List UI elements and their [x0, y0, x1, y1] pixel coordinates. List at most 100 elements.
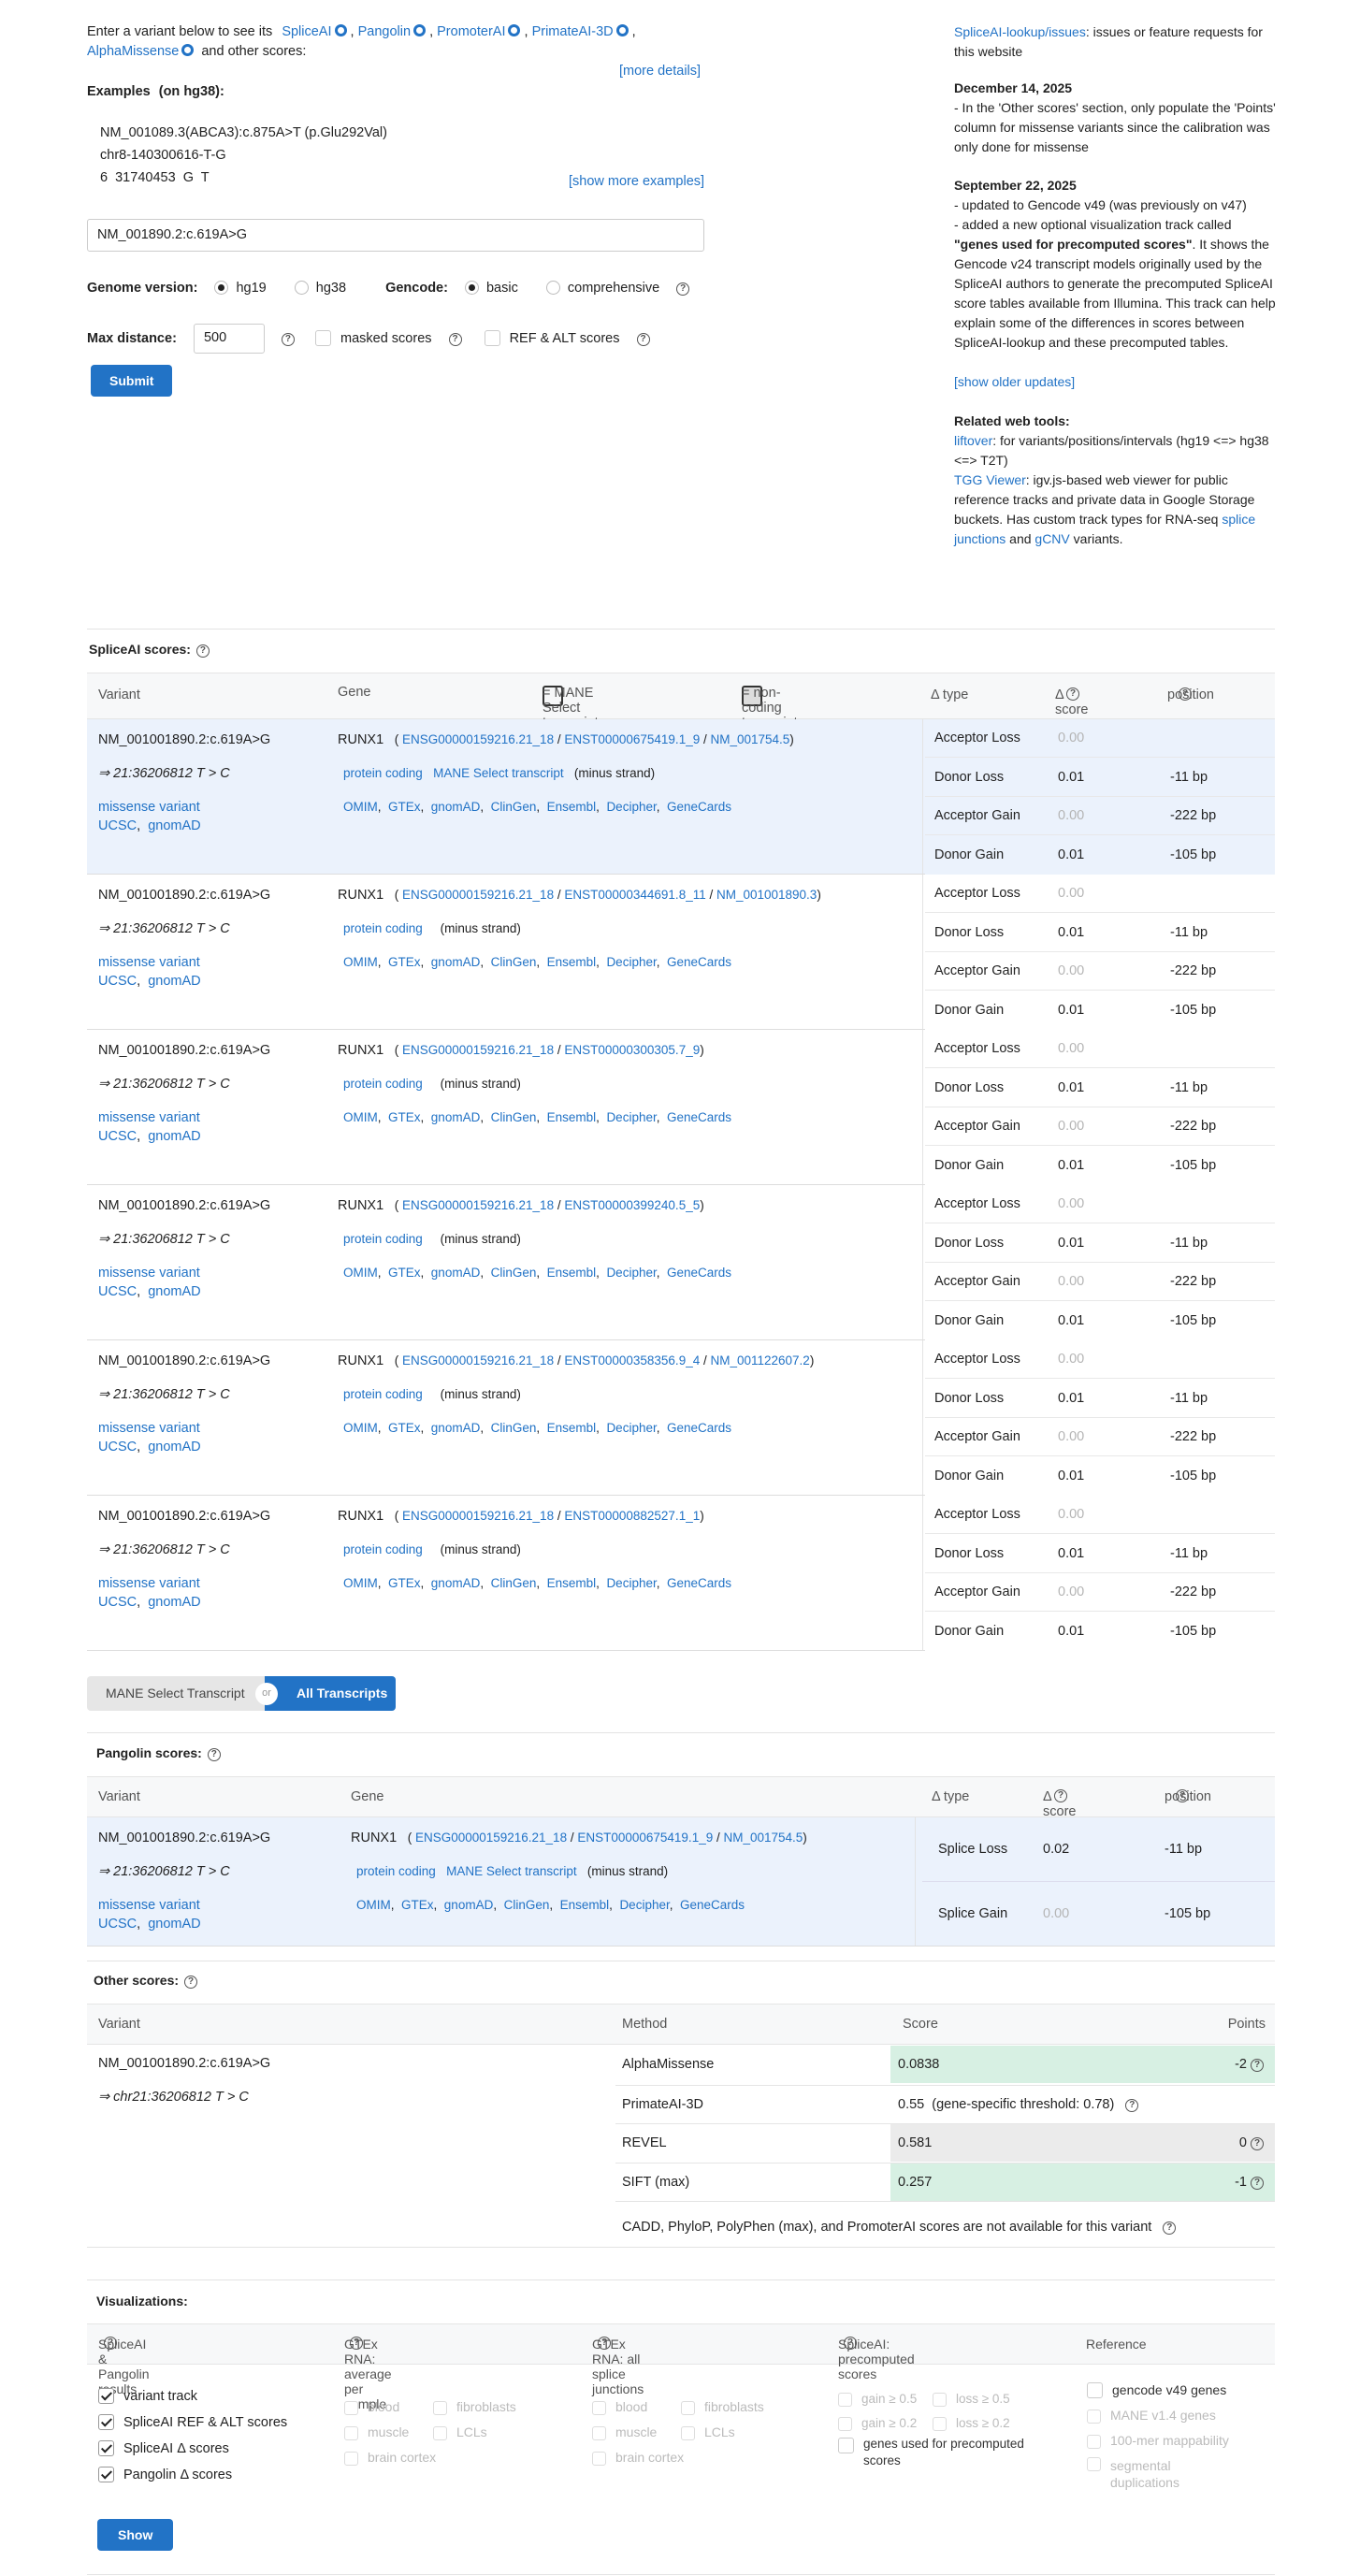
external-link-gtex[interactable]: GTEx [388, 1110, 421, 1124]
gene-id-link[interactable]: ENSG00000159216.21_18 [415, 1831, 567, 1845]
external-link-gtex[interactable]: GTEx [388, 800, 421, 814]
transcript-id-link[interactable]: ENST00000300305.7_9 [564, 1043, 700, 1057]
liftover-link[interactable]: liftover [954, 433, 992, 448]
ucsc-link[interactable]: UCSC [98, 1440, 137, 1454]
external-link-clingen[interactable]: ClinGen [491, 800, 537, 814]
gcnv-link[interactable]: gCNV [1034, 531, 1069, 546]
gnomad-variant-link[interactable]: gnomAD [148, 1595, 200, 1610]
external-link-clingen[interactable]: ClinGen [491, 1266, 537, 1280]
external-link-gnomad[interactable]: gnomAD [431, 1110, 481, 1124]
lcls-checkbox[interactable] [433, 2426, 447, 2440]
gencode-genes-checkbox[interactable] [1087, 2382, 1103, 2398]
help-icon[interactable]: ? [636, 332, 650, 346]
more-details-link[interactable]: [more details] [619, 64, 701, 79]
external-link-genecards[interactable]: GeneCards [667, 1110, 731, 1124]
consequence-link[interactable]: missense variant [98, 955, 200, 970]
pangolin-link[interactable]: Pangolin [358, 24, 411, 39]
external-link-gtex[interactable]: GTEx [388, 1266, 421, 1280]
external-link-clingen[interactable]: ClinGen [491, 1421, 537, 1435]
promoterai-link[interactable]: PromoterAI [437, 24, 505, 39]
transcript-id-link[interactable]: ENST00000675419.1_9 [564, 732, 700, 746]
comprehensive-radio[interactable] [545, 281, 560, 295]
external-link-genecards[interactable]: GeneCards [667, 1421, 731, 1435]
spliceai-delta-checkbox[interactable] [98, 2440, 114, 2456]
consequence-link[interactable]: missense variant [98, 1576, 200, 1591]
fibroblasts-checkbox[interactable] [681, 2401, 695, 2415]
external-link-clingen[interactable]: ClinGen [491, 955, 537, 969]
mane-select-toggle-button[interactable]: MANE Select Transcript [87, 1676, 274, 1711]
external-link-genecards[interactable]: GeneCards [667, 1266, 731, 1280]
external-link-genecards[interactable]: GeneCards [667, 800, 731, 814]
help-icon[interactable]: ? [1251, 2059, 1264, 2072]
refseq-id-link[interactable]: NM_001754.5 [710, 732, 789, 746]
external-link-genecards[interactable]: GeneCards [680, 1898, 745, 1912]
submit-button[interactable]: Submit [91, 365, 173, 397]
transcript-id-link[interactable]: ENST00000399240.5_5 [564, 1198, 700, 1212]
gnomad-variant-link[interactable]: gnomAD [148, 818, 200, 833]
github-icon[interactable] [334, 24, 347, 36]
external-link-decipher[interactable]: Decipher [606, 1576, 656, 1590]
external-link-gnomad[interactable]: gnomAD [444, 1898, 494, 1912]
gene-id-link[interactable]: ENSG00000159216.21_18 [402, 1043, 554, 1057]
external-link-ensembl[interactable]: Ensembl [547, 1110, 597, 1124]
github-icon[interactable] [181, 44, 195, 56]
gene-id-link[interactable]: ENSG00000159216.21_18 [402, 1353, 554, 1368]
consequence-link[interactable]: missense variant [98, 1421, 200, 1436]
consequence-link[interactable]: missense variant [98, 1266, 200, 1281]
help-icon[interactable]: ? [448, 332, 462, 346]
external-link-gnomad[interactable]: gnomAD [431, 1421, 481, 1435]
external-link-ensembl[interactable]: Ensembl [547, 1576, 597, 1590]
ucsc-link[interactable]: UCSC [98, 1129, 137, 1144]
show-button[interactable]: Show [97, 2519, 174, 2551]
external-link-decipher[interactable]: Decipher [606, 800, 656, 814]
external-link-omim[interactable]: OMIM [343, 1576, 378, 1590]
transcript-id-link[interactable]: ENST00000675419.1_9 [577, 1831, 713, 1845]
primateai-link[interactable]: PrimateAI-3D [532, 24, 614, 39]
external-link-clingen[interactable]: ClinGen [491, 1576, 537, 1590]
consequence-link[interactable]: missense variant [98, 1898, 200, 1913]
gnomad-variant-link[interactable]: gnomAD [148, 974, 200, 989]
external-link-gtex[interactable]: GTEx [388, 1421, 421, 1435]
external-link-genecards[interactable]: GeneCards [667, 955, 731, 969]
external-link-omim[interactable]: OMIM [343, 800, 378, 814]
ucsc-link[interactable]: UCSC [98, 1284, 137, 1299]
external-link-gnomad[interactable]: gnomAD [431, 955, 481, 969]
refseq-id-link[interactable]: NM_001754.5 [723, 1831, 803, 1845]
ucsc-link[interactable]: UCSC [98, 818, 137, 833]
github-icon[interactable] [615, 24, 629, 36]
fibroblasts-checkbox[interactable] [433, 2401, 447, 2415]
help-icon[interactable]: ? [844, 2337, 857, 2350]
help-icon[interactable]: ? [676, 282, 690, 296]
help-icon[interactable]: ? [104, 2337, 117, 2350]
hg38-radio[interactable] [294, 281, 309, 295]
help-icon[interactable]: ? [207, 1748, 221, 1761]
variant-search-input[interactable]: NM_001890.2:c.619A>G [87, 219, 704, 252]
brain-cortex-checkbox[interactable] [344, 2452, 358, 2466]
transcript-id-link[interactable]: ENST00000358356.9_4 [564, 1353, 700, 1368]
help-icon[interactable]: ? [195, 644, 210, 658]
external-link-omim[interactable]: OMIM [356, 1898, 391, 1912]
external-link-clingen[interactable]: ClinGen [504, 1898, 550, 1912]
blood-checkbox[interactable] [592, 2401, 606, 2415]
gnomad-variant-link[interactable]: gnomAD [148, 1440, 200, 1454]
external-link-decipher[interactable]: Decipher [606, 1110, 656, 1124]
help-icon[interactable]: ? [1251, 2137, 1264, 2150]
external-link-decipher[interactable]: Decipher [606, 955, 656, 969]
external-link-ensembl[interactable]: Ensembl [547, 1266, 597, 1280]
help-icon[interactable]: ? [1125, 2098, 1139, 2112]
refseq-id-link[interactable]: NM_001001890.3 [716, 888, 817, 902]
help-icon[interactable]: ? [598, 2337, 611, 2350]
consequence-link[interactable]: missense variant [98, 800, 200, 815]
transcript-id-link[interactable]: ENST00000882527.1_1 [564, 1509, 700, 1523]
spliceai-ref-alt-checkbox[interactable] [98, 2414, 114, 2430]
external-link-gtex[interactable]: GTEx [388, 955, 421, 969]
external-link-gnomad[interactable]: gnomAD [431, 1266, 481, 1280]
muscle-checkbox[interactable] [592, 2426, 606, 2440]
alphamissense-link[interactable]: AlphaMissense [87, 44, 179, 59]
ref-alt-scores-checkbox[interactable] [484, 329, 500, 346]
help-icon[interactable]: ? [1066, 687, 1079, 701]
gain-02-checkbox[interactable] [838, 2417, 852, 2431]
ucsc-link[interactable]: UCSC [98, 1917, 137, 1932]
transcript-id-link[interactable]: ENST00000344691.8_11 [564, 888, 705, 902]
ucsc-link[interactable]: UCSC [98, 974, 137, 989]
